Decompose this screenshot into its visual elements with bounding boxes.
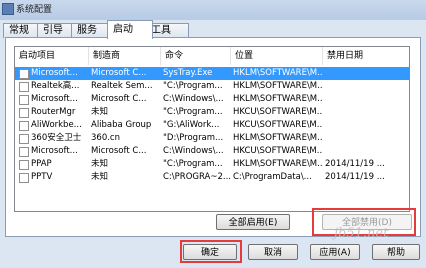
table-row[interactable]: Microsoft... Microsoft C... C:\Windows\...… — [15, 145, 409, 158]
cell-startup-item: PPAP — [31, 159, 52, 169]
cell-command: "G:\AliWork... — [163, 120, 220, 130]
cell-command: "D:\Program... — [163, 133, 224, 143]
ok-highlight — [180, 240, 242, 263]
cell-command: C:\Windows\... — [163, 94, 224, 104]
cell-command: C:\Windows\... — [163, 146, 224, 156]
tab-strip: 常规 引导 服务 启动 工具 — [0, 20, 426, 39]
cell-location: HKLM\SOFTWARE\M... — [233, 68, 323, 78]
cell-command: "C:\Program... — [163, 107, 223, 117]
cell-disable-date — [325, 132, 409, 145]
row-checkbox[interactable] — [19, 69, 29, 79]
cell-location: HKLM\SOFTWARE\M... — [233, 81, 323, 91]
row-checkbox[interactable] — [19, 147, 29, 157]
row-checkbox[interactable] — [19, 173, 29, 183]
table-row[interactable]: AliWorkbe... Alibaba Group "G:\AliWork... H… — [15, 119, 409, 132]
window-title: 系统配置 — [16, 5, 53, 15]
startup-list[interactable]: 启动项目 制造商 命令 位置 禁用日期 Microsoft... Microsof… — [14, 46, 410, 212]
table-row[interactable]: 360安全卫士 360.cn "D:\Program... HKLM\SOFTWARE… — [15, 132, 409, 145]
cell-location: HKLM\SOFTWARE\M... — [233, 159, 323, 169]
cell-startup-item: RouterMgr — [31, 107, 76, 117]
cancel-button[interactable]: 取消 — [248, 244, 298, 260]
cell-disable-date: 2014/11/19 ... — [325, 159, 385, 169]
cell-location: HKCU\SOFTWARE\M... — [233, 120, 323, 130]
col-header-command[interactable]: 命令 — [161, 47, 231, 65]
cell-disable-date — [325, 80, 409, 93]
apply-button[interactable]: 应用(A) — [310, 244, 360, 260]
tab-startup[interactable]: 启动 — [107, 20, 153, 39]
cell-command: C:\PROGRA~2... — [163, 172, 231, 182]
cell-disable-date: 2014/11/19 ... — [325, 172, 385, 182]
col-header-startup-item[interactable]: 启动项目 — [15, 47, 89, 65]
cell-startup-item: AliWorkbe... — [31, 120, 82, 130]
cell-manufacturer: Microsoft C... — [91, 94, 147, 104]
cell-location: HKLM\SOFTWARE\M... — [233, 133, 323, 143]
cell-manufacturer: 未知 — [91, 159, 109, 169]
cell-startup-item: Realtek高... — [31, 81, 80, 91]
cell-manufacturer: Microsoft C... — [91, 68, 147, 78]
startup-panel: 启动项目 制造商 命令 位置 禁用日期 Microsoft... Microsof… — [5, 37, 421, 237]
table-row[interactable]: PPTV 未知 C:\PROGRA~2... C:\ProgramData\... 20… — [15, 171, 409, 184]
help-button[interactable]: 帮助 — [372, 244, 420, 260]
table-row[interactable]: Realtek高... Realtek Sem... "C:\Program... H… — [15, 80, 409, 93]
col-header-disable-date[interactable]: 禁用日期 — [323, 47, 409, 65]
table-row[interactable]: Microsoft... Microsoft C... SysTray.Exe HKL… — [15, 67, 409, 80]
cell-startup-item: PPTV — [31, 172, 53, 182]
cell-location: HKCU\SOFTWARE\M... — [233, 107, 323, 117]
cell-disable-date — [325, 93, 409, 106]
row-checkbox[interactable] — [19, 121, 29, 131]
cell-command: "C:\Program... — [163, 159, 223, 169]
cell-command: SysTray.Exe — [163, 68, 213, 78]
cell-startup-item: Microsoft... — [31, 94, 78, 104]
row-checkbox[interactable] — [19, 82, 29, 92]
cell-location: C:\ProgramData\... — [233, 172, 312, 182]
cell-manufacturer: 未知 — [91, 107, 109, 117]
watermark: jb51.net — [334, 226, 389, 241]
enable-all-button[interactable]: 全部启用(E) — [216, 214, 290, 230]
cell-startup-item: 360安全卫士 — [31, 133, 82, 143]
table-row[interactable]: PPAP 未知 "C:\Program... HKLM\SOFTWARE\M... 20… — [15, 158, 409, 171]
cell-manufacturer: Realtek Sem... — [91, 81, 153, 91]
table-row[interactable]: RouterMgr 未知 "C:\Program... HKCU\SOFTWARE\M… — [15, 106, 409, 119]
cell-disable-date — [325, 106, 409, 119]
cell-manufacturer: Microsoft C... — [91, 146, 147, 156]
row-checkbox[interactable] — [19, 108, 29, 118]
row-checkbox[interactable] — [19, 160, 29, 170]
cell-manufacturer: Alibaba Group — [91, 120, 152, 130]
row-checkbox[interactable] — [19, 95, 29, 105]
cell-manufacturer: 未知 — [91, 172, 109, 182]
table-row[interactable]: Microsoft... Microsoft C... C:\Windows\...… — [15, 93, 409, 106]
cell-disable-date — [325, 67, 409, 80]
cell-location: HKCU\SOFTWARE\M... — [233, 146, 323, 156]
cell-command: "C:\Program... — [163, 81, 223, 91]
cell-disable-date — [325, 119, 409, 132]
title-bar: 系统配置 — [0, 0, 426, 20]
list-header: 启动项目 制造商 命令 位置 禁用日期 — [15, 47, 409, 65]
cell-startup-item: Microsoft... — [31, 68, 78, 78]
cell-disable-date — [325, 145, 409, 158]
cell-startup-item: Microsoft... — [31, 146, 78, 156]
col-header-manufacturer[interactable]: 制造商 — [89, 47, 161, 65]
row-checkbox[interactable] — [19, 134, 29, 144]
cell-manufacturer: 360.cn — [91, 133, 120, 143]
col-header-location[interactable]: 位置 — [231, 47, 323, 65]
cell-location: HKLM\SOFTWARE\M... — [233, 94, 323, 104]
system-config-icon — [2, 3, 14, 15]
